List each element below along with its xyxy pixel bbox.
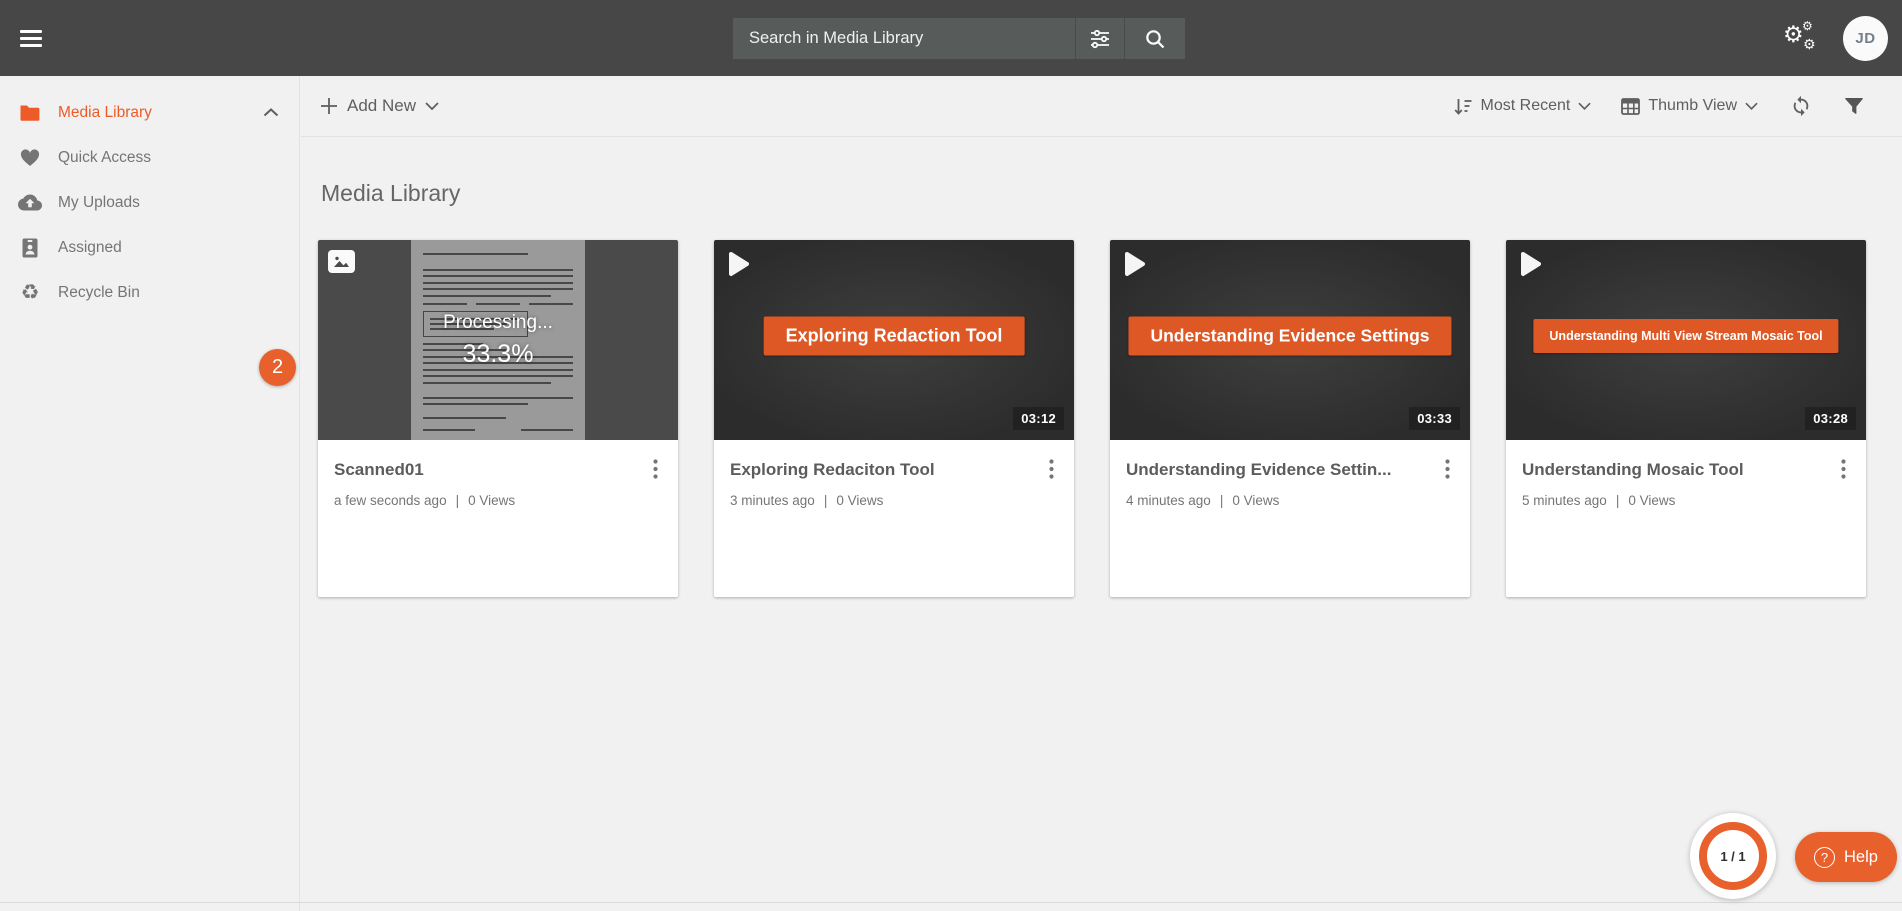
duration-badge: 03:12 bbox=[1013, 407, 1064, 430]
media-title[interactable]: Exploring Redaciton Tool bbox=[730, 460, 1040, 480]
search-input[interactable] bbox=[733, 18, 1075, 59]
refresh-button[interactable] bbox=[1790, 95, 1812, 117]
kebab-menu-icon[interactable] bbox=[1040, 456, 1062, 482]
page-title: Media Library bbox=[321, 180, 1902, 207]
search-button[interactable] bbox=[1125, 18, 1185, 59]
sidebar-item-assigned[interactable]: Assigned bbox=[0, 225, 299, 270]
sliders-icon bbox=[1088, 28, 1112, 50]
thumbnail-banner: Understanding Evidence Settings bbox=[1128, 317, 1451, 356]
chevron-down-icon bbox=[425, 102, 439, 110]
meta-separator: | bbox=[1220, 493, 1224, 508]
meta-separator: | bbox=[1616, 493, 1620, 508]
media-meta: a few seconds ago | 0 Views bbox=[334, 493, 664, 508]
duration-badge: 03:33 bbox=[1409, 407, 1460, 430]
question-circle-icon: ? bbox=[1814, 847, 1835, 868]
kebab-menu-icon[interactable] bbox=[1436, 456, 1458, 482]
user-avatar[interactable]: JD bbox=[1843, 16, 1888, 61]
media-time: 5 minutes ago bbox=[1522, 493, 1607, 508]
sidebar-item-label: My Uploads bbox=[58, 194, 140, 212]
toolbar: Add New Most Recent bbox=[301, 76, 1902, 137]
thumbnail-banner: Understanding Multi View Stream Mosaic T… bbox=[1533, 319, 1838, 353]
folder-icon bbox=[18, 101, 42, 125]
view-selected-label: Thumb View bbox=[1648, 97, 1737, 115]
search-bar bbox=[733, 18, 1185, 59]
page-indicator[interactable]: 1 / 1 bbox=[1690, 813, 1776, 899]
media-views: 0 Views bbox=[1628, 493, 1675, 508]
funnel-icon bbox=[1844, 97, 1864, 115]
sidebar-item-label: Assigned bbox=[58, 239, 122, 257]
chevron-up-icon[interactable] bbox=[263, 108, 279, 117]
kebab-menu-icon[interactable] bbox=[644, 456, 666, 482]
search-filters-button[interactable] bbox=[1076, 18, 1124, 59]
sidebar-item-label: Media Library bbox=[58, 104, 152, 122]
processing-progress: 33.3% bbox=[463, 340, 534, 369]
recycle-icon: ♻ bbox=[18, 281, 42, 305]
sidebar-item-recycle-bin[interactable]: ♻ Recycle Bin bbox=[0, 270, 299, 315]
heart-icon bbox=[18, 146, 42, 170]
chevron-down-icon bbox=[1578, 102, 1591, 110]
view-dropdown[interactable]: Thumb View bbox=[1621, 97, 1758, 115]
media-title[interactable]: Understanding Mosaic Tool bbox=[1522, 460, 1832, 480]
grid-view-icon bbox=[1621, 98, 1640, 115]
add-new-label: Add New bbox=[347, 96, 416, 116]
sidebar-item-label: Quick Access bbox=[58, 149, 151, 167]
media-views: 0 Views bbox=[1232, 493, 1279, 508]
sidebar-item-quick-access[interactable]: Quick Access bbox=[0, 135, 299, 180]
media-meta: 5 minutes ago | 0 Views bbox=[1522, 493, 1852, 508]
thumbnail-banner: Exploring Redaction Tool bbox=[764, 317, 1025, 356]
meta-separator: | bbox=[456, 493, 460, 508]
settings-gears-icon[interactable]: ⚙ ⚙ ⚙ bbox=[1781, 20, 1821, 56]
help-label: Help bbox=[1844, 848, 1878, 867]
media-card[interactable]: Processing... 33.3% Scanned01 a few seco… bbox=[318, 240, 678, 597]
processing-status: Processing... bbox=[443, 312, 553, 334]
help-button[interactable]: ? Help bbox=[1795, 832, 1897, 882]
id-badge-icon bbox=[18, 236, 42, 260]
filter-button[interactable] bbox=[1844, 97, 1864, 115]
hamburger-menu-icon[interactable] bbox=[20, 26, 44, 50]
cloud-upload-icon bbox=[18, 191, 42, 215]
meta-separator: | bbox=[824, 493, 828, 508]
search-icon bbox=[1144, 28, 1166, 50]
play-icon bbox=[728, 251, 750, 277]
sort-amount-icon bbox=[1454, 98, 1473, 115]
main-area: Add New Most Recent bbox=[301, 76, 1902, 911]
play-icon bbox=[1520, 251, 1542, 277]
processing-overlay: Processing... 33.3% bbox=[318, 240, 678, 440]
sort-dropdown[interactable]: Most Recent bbox=[1454, 97, 1592, 115]
page-indicator-label: 1 / 1 bbox=[1699, 822, 1767, 890]
media-views: 0 Views bbox=[836, 493, 883, 508]
kebab-menu-icon[interactable] bbox=[1832, 456, 1854, 482]
add-new-button[interactable]: Add New bbox=[320, 96, 439, 116]
chevron-down-icon bbox=[1745, 102, 1758, 110]
refresh-icon bbox=[1790, 95, 1812, 117]
notification-count-badge: 2 bbox=[259, 349, 296, 386]
media-thumbnail[interactable]: Exploring Redaction Tool 03:12 bbox=[714, 240, 1074, 440]
media-meta: 4 minutes ago | 0 Views bbox=[1126, 493, 1456, 508]
media-meta: 3 minutes ago | 0 Views bbox=[730, 493, 1060, 508]
media-card[interactable]: Understanding Multi View Stream Mosaic T… bbox=[1506, 240, 1866, 597]
media-thumbnail[interactable]: Understanding Evidence Settings 03:33 bbox=[1110, 240, 1470, 440]
media-card[interactable]: Understanding Evidence Settings 03:33 Un… bbox=[1110, 240, 1470, 597]
media-title[interactable]: Scanned01 bbox=[334, 460, 644, 480]
media-card[interactable]: Exploring Redaction Tool 03:12 Exploring… bbox=[714, 240, 1074, 597]
media-thumbnail[interactable]: Processing... 33.3% bbox=[318, 240, 678, 440]
plus-icon bbox=[320, 97, 338, 115]
media-time: 3 minutes ago bbox=[730, 493, 815, 508]
duration-badge: 03:28 bbox=[1805, 407, 1856, 430]
media-time: a few seconds ago bbox=[334, 493, 447, 508]
media-thumbnail[interactable]: Understanding Multi View Stream Mosaic T… bbox=[1506, 240, 1866, 440]
sidebar-item-my-uploads[interactable]: My Uploads bbox=[0, 180, 299, 225]
sidebar: Media Library Quick Access My Uploads bbox=[0, 76, 300, 911]
top-bar: ⚙ ⚙ ⚙ JD bbox=[0, 0, 1902, 76]
play-icon bbox=[1124, 251, 1146, 277]
bottom-divider bbox=[0, 902, 1902, 903]
sort-selected-label: Most Recent bbox=[1481, 97, 1571, 115]
sidebar-item-media-library[interactable]: Media Library bbox=[0, 90, 299, 135]
media-grid: Processing... 33.3% Scanned01 a few seco… bbox=[301, 207, 1902, 597]
sidebar-item-label: Recycle Bin bbox=[58, 284, 140, 302]
media-views: 0 Views bbox=[468, 493, 515, 508]
media-title[interactable]: Understanding Evidence Settin... bbox=[1126, 460, 1436, 480]
media-time: 4 minutes ago bbox=[1126, 493, 1211, 508]
